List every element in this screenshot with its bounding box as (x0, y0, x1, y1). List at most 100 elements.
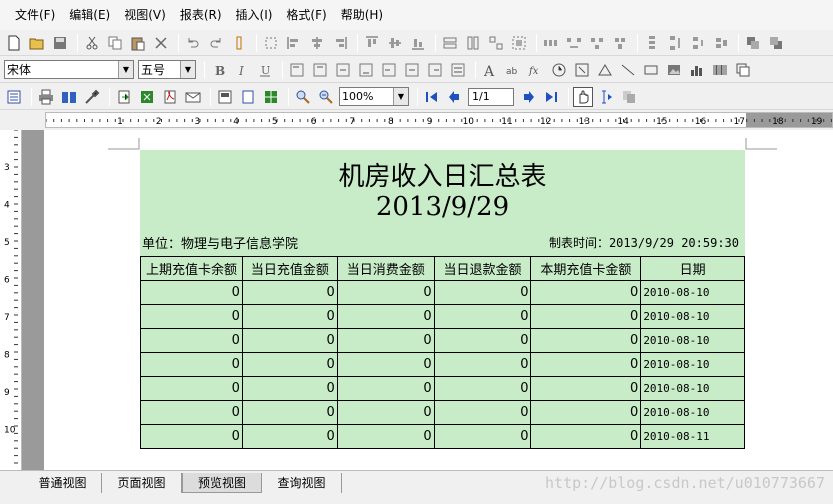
align-right-icon[interactable] (330, 33, 350, 53)
paste-icon[interactable] (128, 33, 148, 53)
menu-report[interactable]: 报表(R) (173, 4, 229, 26)
underline-icon[interactable]: U (255, 60, 275, 80)
text-align-left-icon[interactable] (379, 60, 399, 80)
mail-icon[interactable] (183, 87, 203, 107)
book-icon[interactable] (59, 87, 79, 107)
export-icon[interactable] (114, 87, 134, 107)
delete-icon[interactable] (151, 33, 171, 53)
same-width-icon[interactable] (440, 33, 460, 53)
tab-normal-view[interactable]: 普通视图 (24, 473, 102, 493)
chevron-down-icon[interactable]: ▼ (180, 61, 195, 78)
h-spacing-dec-icon[interactable] (587, 33, 607, 53)
menu-help[interactable]: 帮助(H) (334, 4, 390, 26)
tab-query-view[interactable]: 查询视图 (262, 473, 342, 493)
next-page-icon[interactable] (518, 87, 538, 107)
tools-icon[interactable] (82, 87, 102, 107)
menu-insert[interactable]: 插入(I) (229, 4, 280, 26)
bold-icon[interactable]: B (209, 60, 229, 80)
text-select-icon[interactable] (596, 87, 616, 107)
align-center-icon[interactable] (307, 33, 327, 53)
v-spacing-remove-icon[interactable] (711, 33, 731, 53)
first-page-icon[interactable] (422, 87, 442, 107)
cut-icon[interactable] (82, 33, 102, 53)
large-text-icon[interactable]: A (480, 60, 500, 80)
v-spacing-dec-icon[interactable] (688, 33, 708, 53)
table-cell: 0 (336, 280, 435, 305)
line-icon[interactable] (618, 60, 638, 80)
bring-front-icon[interactable] (743, 33, 763, 53)
h-spacing-remove-icon[interactable] (610, 33, 630, 53)
text-align-bottom-icon[interactable] (356, 60, 376, 80)
rectangle-icon[interactable] (641, 60, 661, 80)
print-icon[interactable] (36, 87, 56, 107)
formula-icon[interactable]: fx (526, 60, 546, 80)
font-select[interactable]: 宋体 ▼ (4, 60, 134, 79)
text-align-right-icon[interactable] (425, 60, 445, 80)
barcode-icon[interactable] (710, 60, 730, 80)
new-file-icon[interactable] (4, 33, 24, 53)
undo-icon[interactable] (183, 33, 203, 53)
align-left-icon[interactable] (284, 33, 304, 53)
chart-icon[interactable] (687, 60, 707, 80)
send-back-icon[interactable] (766, 33, 786, 53)
tab-page-view[interactable]: 页面视图 (102, 473, 182, 493)
report-time: 制表时间：2013/9/29 20:59:30 (548, 236, 739, 250)
text-align-middle-icon[interactable] (333, 60, 353, 80)
font-size-select[interactable]: 五号 ▼ (138, 60, 196, 79)
single-page-icon[interactable] (238, 87, 258, 107)
subreport-icon[interactable] (733, 60, 753, 80)
save-icon[interactable] (50, 33, 70, 53)
align-top-icon[interactable] (362, 33, 382, 53)
h-spacing-icon[interactable] (541, 33, 561, 53)
align-middle-icon[interactable] (385, 33, 405, 53)
prev-page-icon[interactable] (445, 87, 465, 107)
multi-page-icon[interactable] (261, 87, 281, 107)
copy-icon[interactable] (105, 33, 125, 53)
preview-toolbar: 100% ▼ 1/1 (0, 84, 833, 110)
page-setup-icon[interactable] (215, 87, 235, 107)
h-spacing-inc-icon[interactable] (564, 33, 584, 53)
cursor-icon[interactable] (229, 33, 249, 53)
text-align-center-icon[interactable] (402, 60, 422, 80)
tab-preview-view[interactable]: 预览视图 (182, 473, 262, 493)
same-height-icon[interactable] (463, 33, 483, 53)
table-cell: 0 (433, 304, 532, 329)
menu-format[interactable]: 格式(F) (279, 4, 333, 26)
menu-edit[interactable]: 编辑(E) (62, 4, 117, 26)
svg-text:U: U (261, 64, 270, 77)
menu-view[interactable]: 视图(V) (117, 4, 173, 26)
redo-icon[interactable] (206, 33, 226, 53)
table-cell: 0 (241, 424, 338, 449)
italic-icon[interactable]: I (232, 60, 252, 80)
zoom-out-icon[interactable] (316, 87, 336, 107)
copy-text-icon[interactable] (619, 87, 639, 107)
open-folder-icon[interactable] (27, 33, 47, 53)
same-size-icon[interactable] (486, 33, 506, 53)
select-all-icon[interactable] (261, 33, 281, 53)
small-text-icon[interactable]: ab (503, 60, 523, 80)
properties-icon[interactable] (4, 87, 24, 107)
shape-icon[interactable] (595, 60, 615, 80)
excel-icon[interactable] (137, 87, 157, 107)
text-align-top-left-icon[interactable] (287, 60, 307, 80)
chevron-down-icon[interactable]: ▼ (393, 88, 408, 105)
toolbar-separator (288, 87, 289, 106)
v-spacing-inc-icon[interactable] (665, 33, 685, 53)
clock-icon[interactable] (549, 60, 569, 80)
v-spacing-icon[interactable] (642, 33, 662, 53)
zoom-select[interactable]: 100% ▼ (339, 87, 409, 106)
chevron-down-icon[interactable]: ▼ (118, 61, 133, 78)
group-icon[interactable] (509, 33, 529, 53)
last-page-icon[interactable] (541, 87, 561, 107)
pdf-icon[interactable] (160, 87, 180, 107)
page-number-input[interactable]: 1/1 (468, 87, 514, 106)
menu-file[interactable]: 文件(F) (8, 4, 62, 26)
align-bottom-icon[interactable] (408, 33, 428, 53)
hand-tool-icon[interactable] (573, 86, 593, 107)
text-align-top-center-icon[interactable] (310, 60, 330, 80)
image-icon[interactable] (664, 60, 684, 80)
zoom-in-icon[interactable] (293, 87, 313, 107)
text-justify-icon[interactable] (448, 60, 468, 80)
field-icon[interactable] (572, 60, 592, 80)
ruler-label: 19 (811, 117, 823, 127)
